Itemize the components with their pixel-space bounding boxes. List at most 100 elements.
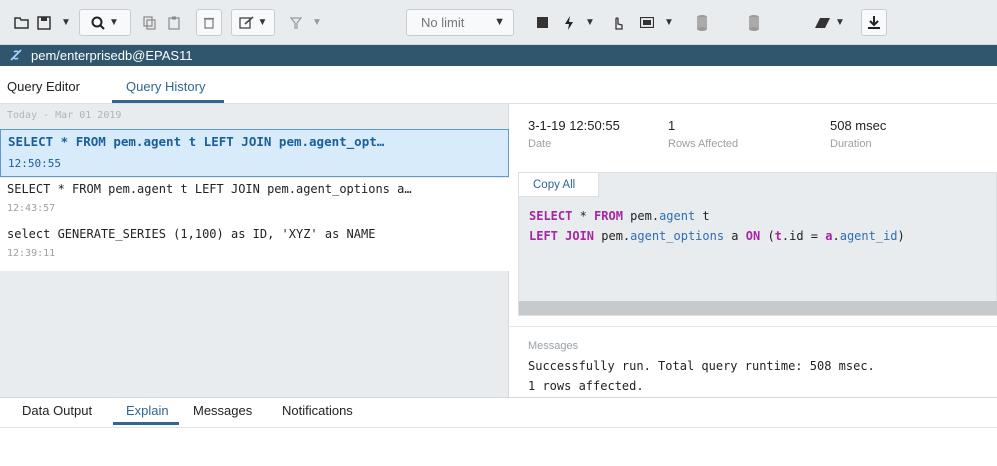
code-text: a xyxy=(724,229,746,243)
execute-options-dropdown[interactable]: ▼ xyxy=(580,9,596,36)
stop-icon xyxy=(536,17,548,28)
chevron-down-icon: ▼ xyxy=(257,17,268,28)
detail-duration: 508 msec Duration xyxy=(830,118,886,150)
open-file-icon xyxy=(14,16,29,29)
tab-query-history[interactable]: Query History xyxy=(126,79,205,94)
explain-icon xyxy=(615,16,623,30)
detail-rows-value: 1 xyxy=(668,118,676,133)
commit-button[interactable] xyxy=(683,9,721,36)
row-limit-select[interactable]: No limit ▼ xyxy=(406,9,514,36)
copy-all-button[interactable]: Copy All xyxy=(519,173,599,197)
save-button[interactable] xyxy=(36,9,52,36)
open-file-button[interactable] xyxy=(13,9,31,36)
history-item-selected[interactable]: SELECT * FROM pem.agent t LEFT JOIN pem.… xyxy=(0,129,509,177)
download-icon xyxy=(868,16,880,29)
rollback-button[interactable] xyxy=(735,9,773,36)
history-date-header: Today - Mar 01 2019 xyxy=(7,110,122,121)
chevron-down-icon: ▼ xyxy=(585,17,595,28)
detail-date-value: 3-1-19 12:50:55 xyxy=(528,118,620,133)
history-item[interactable]: SELECT * FROM pem.agent t LEFT JOIN pem.… xyxy=(0,178,509,226)
history-query-time: 12:39:11 xyxy=(7,248,56,259)
chevron-down-icon: ▼ xyxy=(835,17,845,28)
code-keyword: a xyxy=(825,229,833,243)
code-keyword: LEFT JOIN xyxy=(529,229,595,243)
history-query-text: SELECT * FROM pem.agent t LEFT JOIN pem.… xyxy=(7,182,412,196)
execute-button[interactable] xyxy=(558,9,580,36)
detail-date-label: Date xyxy=(528,138,552,150)
explain-button[interactable] xyxy=(607,9,629,36)
save-options-dropdown[interactable]: ▼ xyxy=(56,9,72,36)
code-text: pem. xyxy=(622,209,660,223)
output-tabs: Data Output Explain Messages Notificatio… xyxy=(0,397,997,428)
execute-icon xyxy=(565,15,573,30)
chevron-down-icon: ▼ xyxy=(109,17,119,28)
active-tab-indicator xyxy=(112,100,224,103)
code-text: ( xyxy=(760,229,775,243)
history-query-time: 12:50:55 xyxy=(8,157,61,170)
code-identifier: agent_options xyxy=(630,229,725,243)
code-text: . xyxy=(832,229,840,243)
chevron-down-icon: ▼ xyxy=(494,16,505,28)
horizontal-scrollbar[interactable] xyxy=(519,301,997,315)
code-text: pem. xyxy=(594,229,631,243)
row-limit-value: No limit xyxy=(421,15,465,30)
connection-status-icon xyxy=(10,49,22,61)
code-identifier: agent_id xyxy=(839,229,898,243)
stop-button[interactable] xyxy=(531,9,553,36)
clear-button[interactable]: ▼ xyxy=(806,9,854,36)
edit-button[interactable]: ▼ xyxy=(231,9,275,36)
paste-button[interactable] xyxy=(163,9,185,36)
history-query-text: select GENERATE_SERIES (1,100) as ID, 'X… xyxy=(7,227,376,241)
explain-analyze-icon xyxy=(640,17,654,28)
explain-analyze-button[interactable] xyxy=(636,9,658,36)
chevron-down-icon: ▼ xyxy=(664,17,674,28)
detail-duration-value: 508 msec xyxy=(830,118,887,133)
tab-messages[interactable]: Messages xyxy=(193,403,252,418)
query-text-box: Copy All SELECT * FROM pem.agent t LEFT … xyxy=(518,172,997,316)
chevron-down-icon: ▼ xyxy=(312,17,322,28)
messages-text: Successfully run. Total query runtime: 5… xyxy=(528,356,875,396)
tab-explain[interactable]: Explain xyxy=(126,403,169,418)
save-icon xyxy=(37,15,51,30)
output-panel xyxy=(0,428,997,466)
clear-icon xyxy=(815,17,831,28)
code-keyword: SELECT xyxy=(529,209,573,223)
download-button[interactable] xyxy=(861,9,887,36)
chevron-down-icon: ▼ xyxy=(61,17,71,28)
tab-query-editor[interactable]: Query Editor xyxy=(7,79,80,94)
query-toolbar: ▼ ▼ ▼ ▼ No limit ▼ ▼ ▼ ▼ xyxy=(0,0,997,45)
delete-icon xyxy=(204,17,214,29)
active-tab-indicator xyxy=(113,422,179,425)
detail-date: 3-1-19 12:50:55 Date xyxy=(528,118,620,150)
history-query-text: SELECT * FROM pem.agent t LEFT JOIN pem.… xyxy=(8,134,385,149)
copy-button[interactable] xyxy=(139,9,161,36)
code-text: ) xyxy=(897,229,905,243)
delete-button[interactable] xyxy=(196,9,222,36)
divider xyxy=(510,326,997,327)
code-keyword: t xyxy=(774,229,782,243)
filter-options-dropdown[interactable]: ▼ xyxy=(307,9,323,36)
filter-icon xyxy=(290,16,302,29)
connection-title-bar: pem/enterprisedb@EPAS11 xyxy=(0,45,997,66)
rollback-icon xyxy=(749,14,759,31)
filter-button[interactable] xyxy=(285,9,307,36)
explain-options-dropdown[interactable]: ▼ xyxy=(659,9,675,36)
query-history-details: 3-1-19 12:50:55 Date 1 Rows Affected 508… xyxy=(510,104,997,397)
code-keyword: ON xyxy=(745,229,761,243)
detail-rows-label: Rows Affected xyxy=(668,138,739,150)
edit-icon xyxy=(238,16,254,29)
code-identifier: agent xyxy=(659,209,696,223)
find-button[interactable]: ▼ xyxy=(79,9,131,36)
message-line: Successfully run. Total query runtime: 5… xyxy=(528,359,875,373)
query-code[interactable]: SELECT * FROM pem.agent t LEFT JOIN pem.… xyxy=(529,206,905,246)
connection-title: pem/enterprisedb@EPAS11 xyxy=(31,48,193,63)
query-history-list: Today - Mar 01 2019 SELECT * FROM pem.ag… xyxy=(0,104,509,397)
code-text: t xyxy=(695,209,710,223)
code-text: .id = xyxy=(781,229,826,243)
tab-data-output[interactable]: Data Output xyxy=(22,403,92,418)
tab-notifications[interactable]: Notifications xyxy=(282,403,353,418)
detail-rows-affected: 1 Rows Affected xyxy=(668,118,738,150)
message-line: 1 rows affected. xyxy=(528,379,644,393)
messages-label: Messages xyxy=(528,340,579,352)
history-item[interactable]: select GENERATE_SERIES (1,100) as ID, 'X… xyxy=(0,223,509,271)
